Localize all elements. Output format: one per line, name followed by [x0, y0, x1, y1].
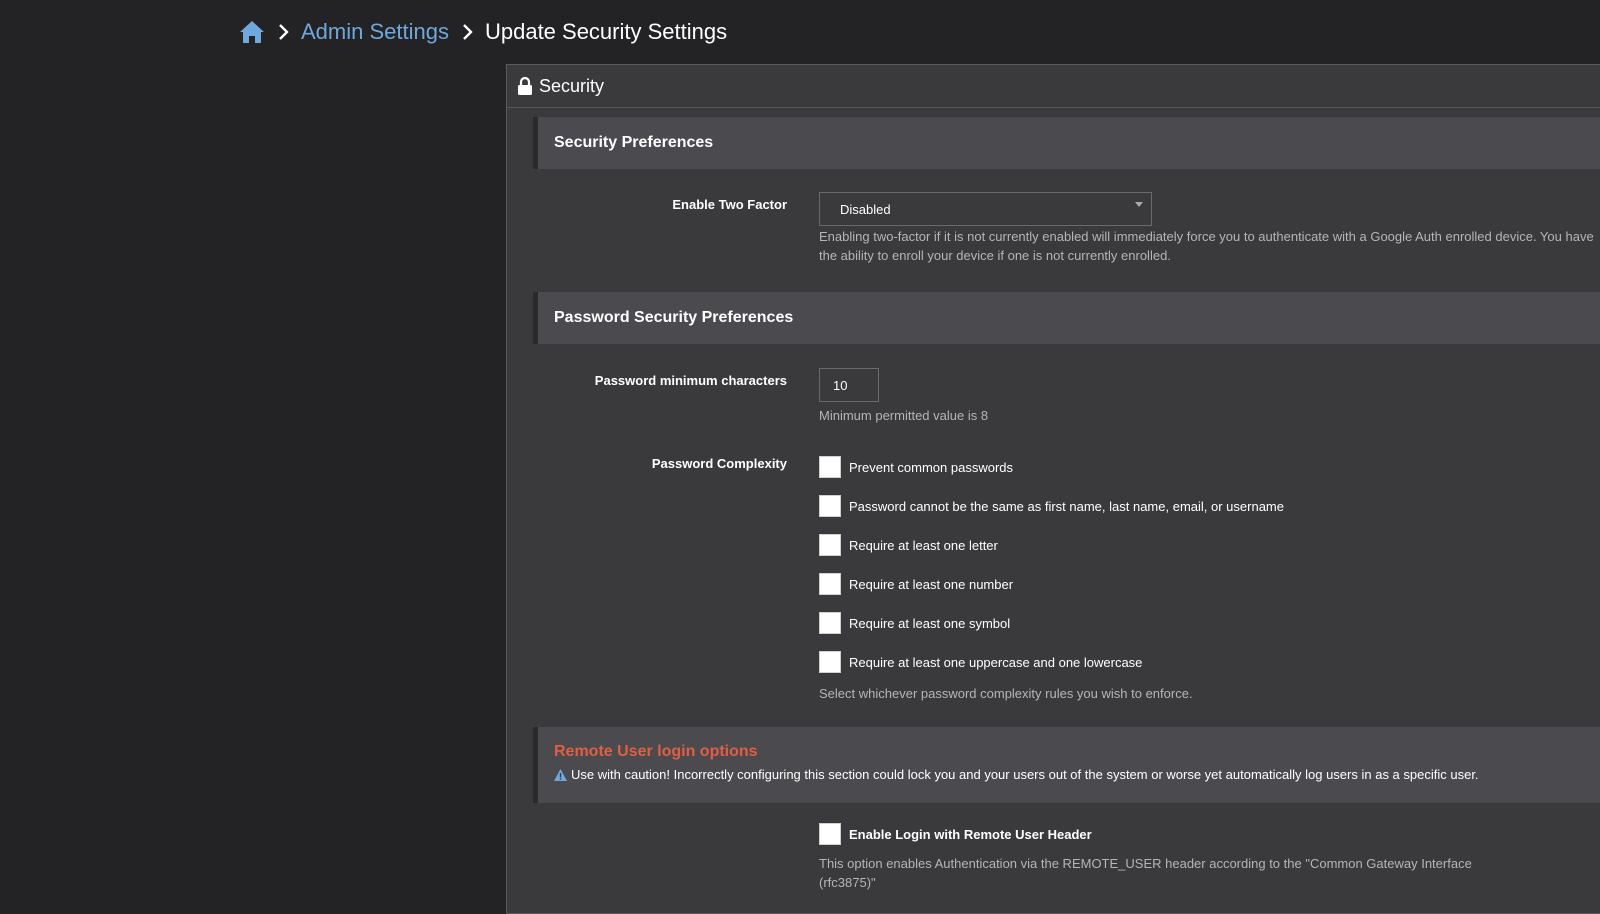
complexity-option[interactable]: Password cannot be the same as first nam…: [819, 495, 1284, 517]
input-value: 10: [833, 377, 848, 393]
complexity-option[interactable]: Require at least one number: [819, 573, 1013, 595]
checkbox-label: Require at least one uppercase and one l…: [849, 654, 1143, 670]
section-password-security: Password Security Preferences: [533, 292, 1600, 344]
checkbox[interactable]: [819, 823, 841, 845]
min-chars-label: Password minimum characters: [594, 373, 787, 388]
enable-remote-user-option[interactable]: Enable Login with Remote User Header: [819, 823, 1092, 845]
section-title: Remote User login options: [554, 743, 758, 760]
panel-header: Security: [507, 65, 1600, 108]
two-factor-select[interactable]: Disabled: [819, 192, 1152, 226]
checkbox[interactable]: [819, 456, 841, 478]
two-factor-label: Enable Two Factor: [672, 197, 787, 212]
complexity-option[interactable]: Require at least one symbol: [819, 612, 1010, 634]
security-panel: Security Security Preferences Enable Two…: [506, 64, 1600, 914]
complexity-option[interactable]: Prevent common passwords: [819, 456, 1013, 478]
section-title: Password Security Preferences: [554, 309, 794, 326]
checkbox-label: Enable Login with Remote User Header: [849, 826, 1092, 842]
breadcrumb-current: Update Security Settings: [484, 19, 728, 44]
min-chars-help: Minimum permitted value is 8: [819, 408, 989, 423]
checkbox-label: Require at least one number: [849, 576, 1014, 592]
section-remote-user: Remote User login options Use with cauti…: [533, 727, 1600, 803]
two-factor-help: Enabling two-factor if it is not current…: [819, 229, 1594, 263]
warning-text: Use with caution! Incorrectly configurin…: [571, 767, 1479, 782]
checkbox-label: Prevent common passwords: [849, 459, 1014, 475]
checkbox[interactable]: [819, 534, 841, 556]
checkbox[interactable]: [819, 495, 841, 517]
checkbox-label: Password cannot be the same as first nam…: [849, 498, 1284, 514]
checkbox[interactable]: [819, 573, 841, 595]
select-value: Disabled: [840, 201, 891, 217]
home-icon[interactable]: [239, 20, 265, 44]
warning-message: Use with caution! Incorrectly configurin…: [554, 767, 1600, 782]
breadcrumb: Admin Settings Update Security Settings: [239, 16, 727, 48]
chevron-right-icon: [461, 23, 475, 41]
lock-icon: [517, 76, 533, 96]
breadcrumb-admin-settings[interactable]: Admin Settings: [301, 19, 449, 45]
section-title: Security Preferences: [554, 134, 714, 151]
remote-user-help: This option enables Authentication via t…: [819, 856, 1472, 890]
complexity-label: Password Complexity: [651, 456, 787, 471]
panel-title: Security: [539, 75, 605, 96]
checkbox[interactable]: [819, 612, 841, 634]
chevron-right-icon: [277, 23, 291, 41]
section-security-preferences: Security Preferences: [533, 117, 1600, 169]
caret-down-icon: [1135, 202, 1143, 208]
complexity-help: Select whichever password complexity rul…: [819, 686, 1193, 701]
warning-icon: [554, 768, 567, 781]
min-chars-input[interactable]: 10: [819, 368, 879, 402]
checkbox[interactable]: [819, 651, 841, 673]
checkbox-label: Require at least one symbol: [849, 615, 1011, 631]
complexity-option[interactable]: Require at least one uppercase and one l…: [819, 651, 1142, 673]
complexity-option[interactable]: Require at least one letter: [819, 534, 998, 556]
checkbox-label: Require at least one letter: [849, 537, 998, 553]
